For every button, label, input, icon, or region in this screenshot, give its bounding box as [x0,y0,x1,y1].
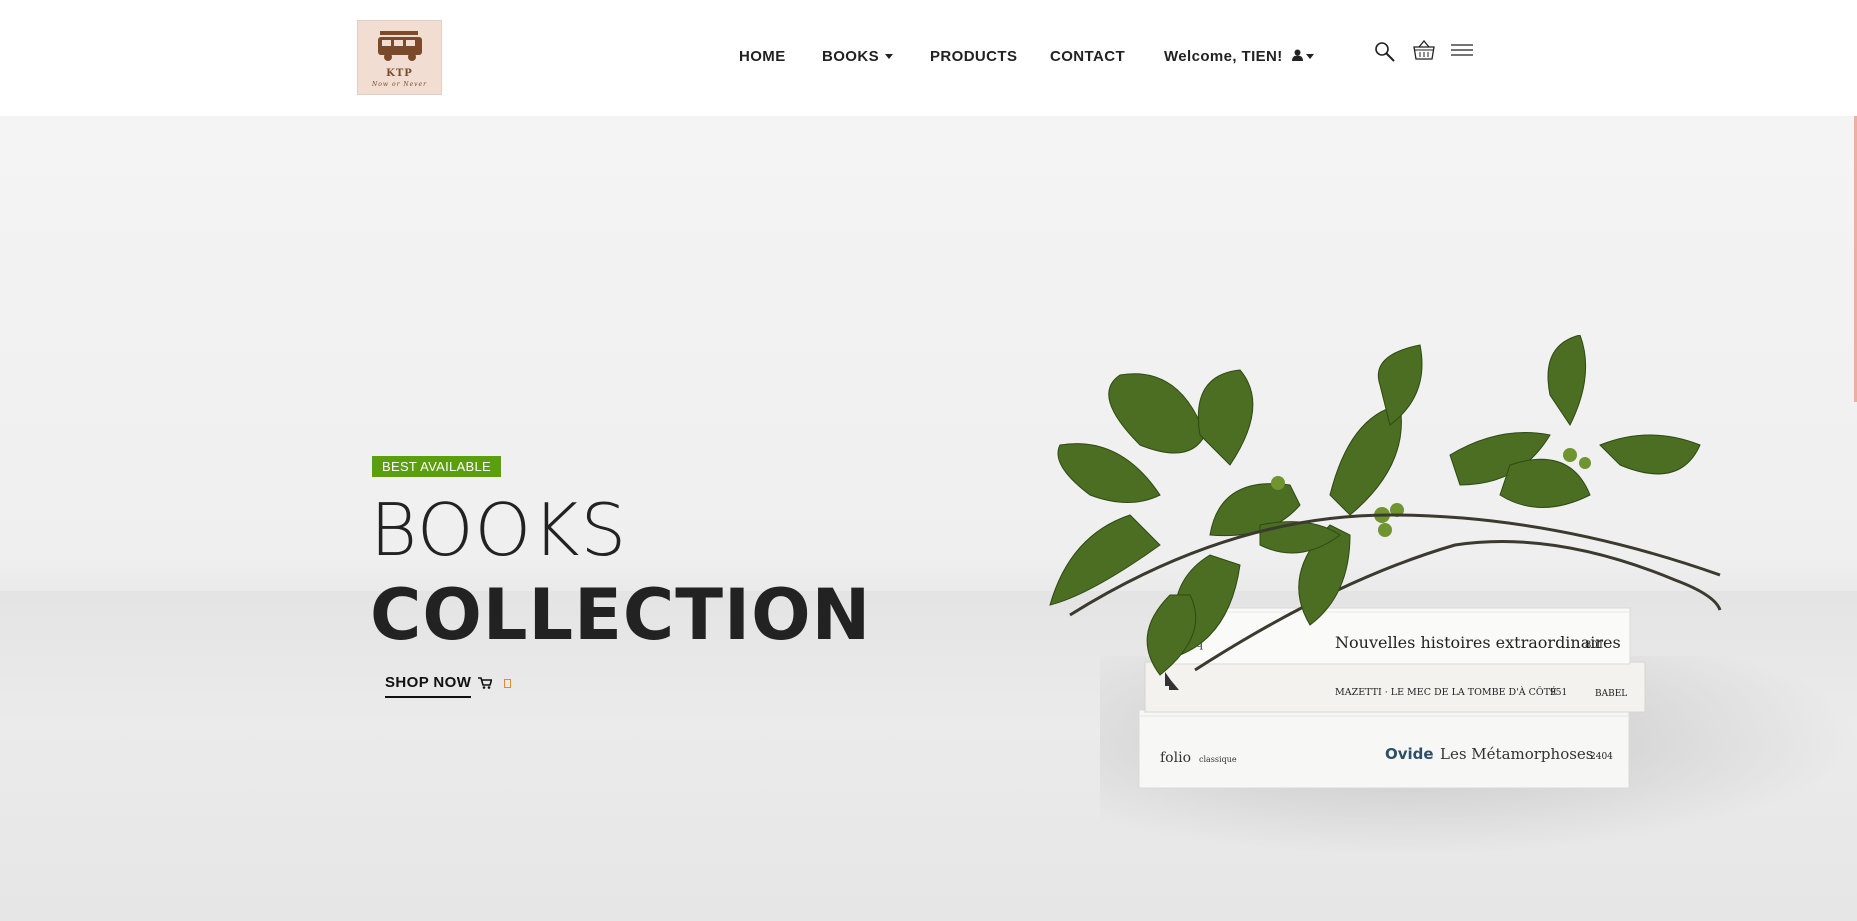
nav-home-label: HOME [739,48,786,65]
hero-title-light: BOOKS [370,488,628,572]
nav-contact[interactable]: CONTACT [1050,48,1125,65]
chevron-down-icon [885,53,894,59]
user-icon [1292,49,1304,61]
nav-books-label: BOOKS [822,48,880,65]
nav-user-label: Welcome, TIEN! [1164,48,1283,65]
nav-books[interactable]: BOOKS [822,48,894,65]
nav-user-menu[interactable]: Welcome, TIEN! [1164,48,1315,65]
logo-title: KTP [386,68,413,79]
nav-home[interactable]: HOME [739,48,786,65]
placeholder-icon [504,679,511,688]
van-icon [378,31,422,61]
chevron-down-icon [1306,53,1315,59]
nav-products-label: PRODUCTS [930,48,1018,65]
site-header: KTP Now or Never HOME BOOKS PRODUCTS CON… [0,0,1857,116]
nav-products[interactable]: PRODUCTS [930,48,1017,65]
nav-contact-label: CONTACT [1050,48,1126,65]
site-logo[interactable]: KTP Now or Never [357,20,442,95]
cart-icon[interactable] [478,677,492,689]
plant-leaves [1049,335,1721,676]
search-icon[interactable] [1373,40,1397,64]
app: KTP Now or Never HOME BOOKS PRODUCTS CON… [0,0,1857,921]
hero-title-bold: COLLECTION [370,574,872,656]
logo-tagline: Now or Never [372,81,427,88]
shop-now-link[interactable]: SHOP NOW [385,674,471,691]
shop-now-underline [385,696,471,698]
hero-badge: BEST AVAILABLE [372,456,501,477]
basket-icon[interactable] [1412,38,1436,62]
menu-icon[interactable] [1451,42,1473,58]
